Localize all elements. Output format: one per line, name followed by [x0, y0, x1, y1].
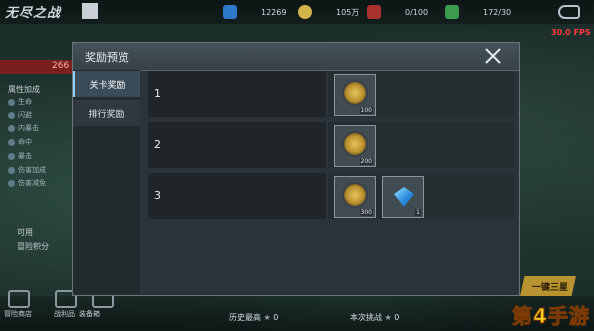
item-quantity: 1 — [415, 209, 421, 216]
top-bar: 无尽之战 12269 105万 0/100 172/30 — [0, 0, 594, 24]
current-value: 0 — [394, 313, 400, 322]
stat-item: 命中 — [8, 137, 32, 147]
tab-ranking-rewards[interactable]: 排行奖励 — [73, 100, 140, 126]
tab-stage-rewards[interactable]: 关卡奖励 — [73, 71, 140, 97]
history-best: 历史最高 ★ 0 — [229, 312, 278, 323]
stat-item: 伤害加成 — [8, 165, 46, 175]
coin-counter[interactable]: 105万 — [298, 4, 366, 20]
stat-item: 生命 — [8, 97, 32, 107]
power-value: 266 — [52, 61, 70, 71]
item-quantity: 300 — [359, 209, 373, 216]
stamina-value: 0/100 — [405, 7, 429, 17]
star-icon: ★ — [384, 313, 392, 322]
stamina-counter[interactable]: 0/100 — [367, 4, 439, 20]
watermark-logo: 第4手游 — [512, 304, 590, 329]
available-label: 可用 — [17, 228, 33, 237]
stat-item: 闪避 — [8, 110, 32, 120]
stat-item: 伤害减免 — [8, 178, 46, 188]
adventure-points-label: 冒险积分 — [17, 242, 49, 251]
reward-preview-dialog: 奖励预览 关卡奖励 排行奖励 1 100 2 200 3 300 1 — [72, 42, 520, 296]
stat-item: 内暴击 — [8, 123, 39, 133]
back-button[interactable] — [558, 5, 580, 19]
title-square-icon — [82, 3, 98, 19]
equipment-box-label[interactable]: 装备箱 — [79, 309, 100, 319]
diamond-icon — [394, 187, 414, 207]
item-quantity: 100 — [359, 107, 373, 114]
stats-heading: 属性加成 — [8, 85, 40, 94]
dialog-title: 奖励预览 — [85, 51, 129, 64]
medal-icon — [344, 82, 366, 104]
gem-icon — [223, 5, 237, 19]
medal-icon — [344, 133, 366, 155]
stat-item: 暴击 — [8, 151, 32, 161]
medal-icon — [344, 184, 366, 206]
reward-tabs: 关卡奖励 排行奖励 — [73, 70, 140, 294]
reward-item[interactable]: 1 — [382, 176, 424, 218]
gem-value: 12269 — [261, 7, 287, 17]
dialog-header: 奖励预览 — [73, 43, 519, 71]
coin-value: 105万 — [336, 7, 360, 17]
current-challenge: 本次挑战 ★ 0 — [350, 312, 399, 323]
reward-item[interactable]: 200 — [334, 125, 376, 167]
row-number: 1 — [154, 87, 161, 100]
history-value: 0 — [273, 313, 279, 322]
three-star-label[interactable]: 一键三星 — [532, 280, 568, 293]
flag-counter[interactable]: 172/30 — [445, 4, 515, 20]
shop-icon[interactable] — [8, 290, 30, 308]
item-quantity: 200 — [359, 158, 373, 165]
flag-value: 172/30 — [483, 7, 512, 17]
current-label: 本次挑战 — [350, 313, 382, 322]
gem-counter[interactable]: 12269 — [223, 4, 299, 20]
stamina-icon — [367, 5, 381, 19]
row-number: 2 — [154, 138, 161, 151]
close-button[interactable] — [479, 45, 507, 68]
history-label: 历史最高 — [229, 313, 261, 322]
star-icon: ★ — [263, 313, 271, 322]
reward-item[interactable]: 100 — [334, 74, 376, 116]
reward-item[interactable]: 300 — [334, 176, 376, 218]
loot-label[interactable]: 战利品 — [54, 309, 75, 319]
fps-counter: 30.0 FPS — [551, 28, 591, 37]
row-number: 3 — [154, 189, 161, 202]
flag-icon — [445, 5, 459, 19]
game-title: 无尽之战 — [5, 6, 62, 21]
coin-icon — [298, 5, 312, 19]
shop-label[interactable]: 冒险商店 — [4, 309, 32, 319]
